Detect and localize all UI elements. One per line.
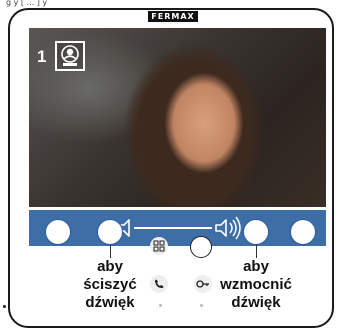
brand-logo: FERMAX — [148, 11, 198, 22]
right-annotation: aby wzmocnić dźwięk — [206, 258, 306, 312]
volume-bar[interactable] — [29, 210, 326, 246]
left-annotation-line-1: aby — [97, 258, 123, 275]
brand-name: FERMAX — [148, 12, 198, 21]
right-annotation-line-1: aby — [243, 258, 269, 275]
volume-up-button[interactable] — [243, 219, 269, 245]
volume-down-button[interactable] — [97, 219, 123, 245]
leader-line-left — [110, 245, 111, 258]
left-annotation-line-3: dźwięk — [85, 294, 135, 311]
soft-button-4[interactable] — [290, 219, 316, 245]
camera-user-icon — [55, 41, 85, 71]
video-screen: 1 — [29, 28, 326, 207]
top-text: g y [ ... ] y — [6, 0, 48, 7]
indicator-dot-right — [200, 304, 203, 307]
camera-number: 1 — [37, 47, 47, 66]
soft-button-1[interactable] — [45, 219, 71, 245]
leader-line-right — [256, 245, 257, 258]
speaker-high-icon[interactable] — [215, 216, 241, 240]
left-annotation-line-2: ściszyć — [83, 276, 137, 293]
menu-grid-icon[interactable] — [150, 237, 168, 255]
left-annotation: aby ściszyć dźwięk — [60, 258, 160, 312]
bullet-mark — [3, 305, 6, 308]
right-annotation-line-2: wzmocnić — [220, 276, 292, 293]
top-cropped-text: g y [ ... ] y — [0, 0, 347, 7]
right-annotation-line-3: dźwięk — [231, 294, 281, 311]
main-center-button[interactable] — [190, 236, 212, 258]
